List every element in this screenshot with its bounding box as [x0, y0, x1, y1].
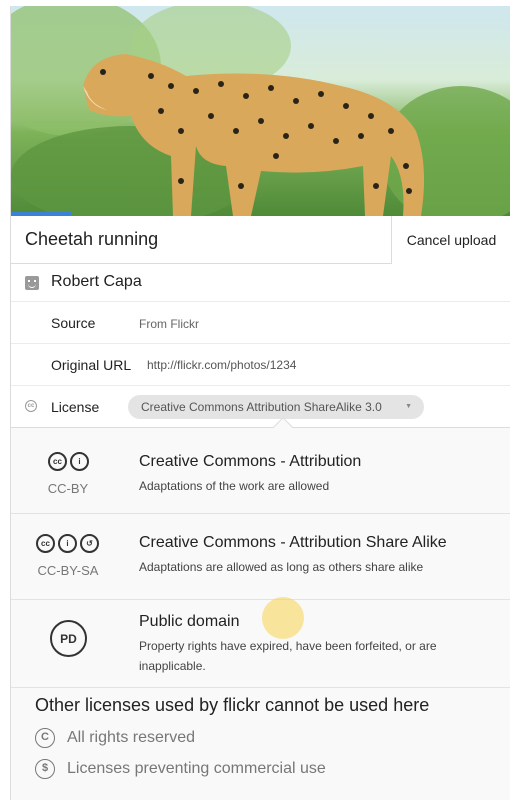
- license-code: CC-BY-SA: [37, 563, 99, 578]
- cc-by-sa-icons: cc i ↺: [36, 534, 99, 553]
- author-row[interactable]: Robert Capa: [11, 264, 510, 302]
- license-description: Property rights have expired, have been …: [139, 639, 437, 673]
- copyright-icon: C: [35, 728, 55, 748]
- license-dropdown[interactable]: Creative Commons Attribution ShareAlike …: [128, 395, 424, 419]
- upload-panel: Cheetah running Cancel upload Robert Cap…: [10, 6, 510, 800]
- license-option-public-domain[interactable]: PD Public domain Property rights have ex…: [11, 600, 510, 688]
- license-title: Public domain: [139, 613, 240, 630]
- source-value: From Flickr: [139, 317, 199, 331]
- source-row: Source From Flickr: [11, 302, 510, 344]
- attribution-icon: i: [58, 534, 77, 553]
- license-description: Adaptations of the work are allowed: [139, 479, 330, 493]
- source-label: Source: [51, 315, 96, 331]
- cursor-highlight: [262, 597, 304, 639]
- original-url-row: Original URL: [11, 344, 510, 386]
- other-license-label: Licenses preventing commercial use: [67, 760, 326, 777]
- other-licenses-title: Other licenses used by flickr cannot be …: [35, 695, 430, 715]
- public-domain-icon: PD: [50, 620, 87, 657]
- license-title: Creative Commons - Attribution Share Ali…: [139, 534, 447, 551]
- cc-icon: cc: [48, 452, 67, 471]
- attribution-icon: i: [70, 452, 89, 471]
- cheetah-photo: [11, 6, 510, 216]
- license-row: cc License Creative Commons Attribution …: [11, 386, 510, 428]
- cc-by-icons: cc i: [48, 452, 89, 471]
- author-name: Robert Capa: [51, 273, 142, 290]
- license-option-cc-by-sa[interactable]: cc i ↺ CC-BY-SA Creative Commons - Attri…: [11, 514, 510, 600]
- cancel-upload-button[interactable]: Cancel upload: [391, 216, 510, 264]
- user-face-icon: [25, 276, 39, 290]
- original-url-label: Original URL: [51, 357, 132, 373]
- license-description: Adaptations are allowed as long as other…: [139, 560, 424, 574]
- cc-small-icon: cc: [25, 400, 37, 412]
- chevron-down-icon: ▼: [405, 403, 412, 410]
- photo-title[interactable]: Cheetah running: [25, 229, 158, 250]
- noncommercial-icon: $: [35, 759, 55, 779]
- share-alike-icon: ↺: [80, 534, 99, 553]
- other-license-label: All rights reserved: [67, 729, 196, 746]
- license-option-cc-by[interactable]: cc i CC-BY Creative Commons - Attributio…: [11, 428, 510, 514]
- license-code: CC-BY: [47, 481, 89, 496]
- license-title: Creative Commons - Attribution: [139, 453, 362, 470]
- license-label: License: [51, 399, 100, 415]
- cc-icon: cc: [36, 534, 55, 553]
- license-selected-value: Creative Commons Attribution ShareAlike …: [141, 400, 382, 414]
- title-row: Cheetah running Cancel upload: [11, 216, 510, 264]
- original-url-input[interactable]: [147, 354, 487, 376]
